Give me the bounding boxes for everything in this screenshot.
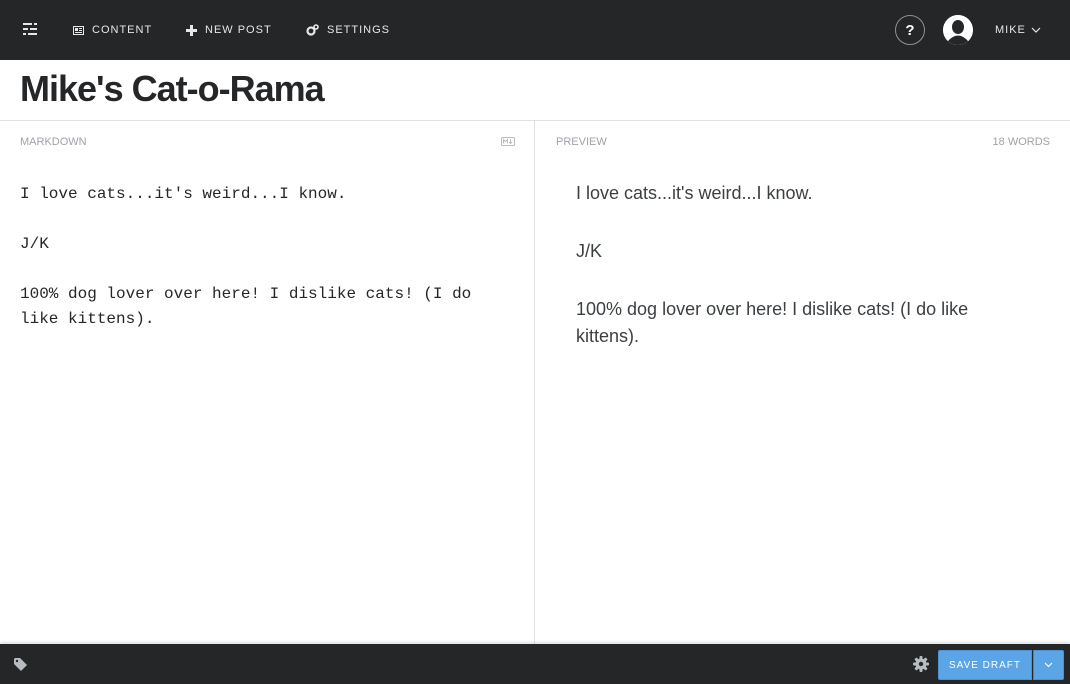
preview-content: I love cats...it's weird...I know. J/K 1… — [576, 180, 996, 381]
user-silhouette-icon — [943, 15, 973, 45]
save-draft-button[interactable]: SAVE DRAFT — [938, 650, 1032, 680]
preview-paragraph: 100% dog lover over here! I dislike cats… — [576, 299, 969, 346]
word-count: 18 WORDS — [992, 136, 1050, 148]
markdown-label: MARKDOWN — [20, 136, 87, 148]
nav-new-post[interactable]: NEW POST — [186, 0, 272, 60]
markdown-paragraph: J/K — [20, 235, 49, 253]
markdown-help-icon[interactable] — [501, 137, 515, 146]
gears-icon — [306, 24, 319, 36]
help-button[interactable]: ? — [895, 15, 925, 45]
user-name: MIKE — [995, 24, 1026, 36]
nav-content-label: CONTENT — [92, 24, 153, 36]
top-navigation-bar: CONTENT NEW POST SETTINGS ? MIKE — [0, 0, 1070, 60]
content-icon — [73, 25, 84, 35]
save-options-dropdown[interactable] — [1033, 650, 1064, 680]
nav-settings[interactable]: SETTINGS — [306, 0, 390, 60]
post-title-area: Mike's Cat-o-Rama — [0, 60, 1070, 121]
tag-icon[interactable] — [14, 658, 27, 671]
nav-settings-label: SETTINGS — [327, 24, 391, 36]
user-menu[interactable]: MIKE — [995, 0, 1041, 60]
plus-icon — [186, 24, 197, 36]
markdown-paragraph: 100% dog lover over here! I dislike cats… — [20, 285, 472, 328]
chevron-down-icon — [1044, 662, 1053, 668]
preview-paragraph: I love cats...it's weird...I know. — [576, 183, 813, 203]
preview-label: PREVIEW — [556, 136, 607, 148]
nav-new-post-label: NEW POST — [205, 24, 272, 36]
preview-pane: PREVIEW 18 WORDS I love cats...it's weir… — [536, 121, 1070, 644]
markdown-paragraph: I love cats...it's weird...I know. — [20, 185, 347, 203]
chevron-down-icon — [1031, 27, 1041, 33]
markdown-pane: MARKDOWN I love cats...it's weird...I kn… — [0, 121, 535, 644]
ghost-logo-icon[interactable] — [22, 22, 38, 38]
markdown-editor[interactable]: I love cats...it's weird...I know. J/K 1… — [20, 182, 500, 357]
editor-footer: SAVE DRAFT — [0, 644, 1070, 684]
post-title-input[interactable]: Mike's Cat-o-Rama — [20, 69, 325, 109]
nav-content[interactable]: CONTENT — [73, 0, 152, 60]
preview-paragraph: J/K — [576, 241, 603, 261]
avatar[interactable] — [943, 15, 973, 45]
post-settings-gear-icon[interactable] — [913, 656, 929, 672]
